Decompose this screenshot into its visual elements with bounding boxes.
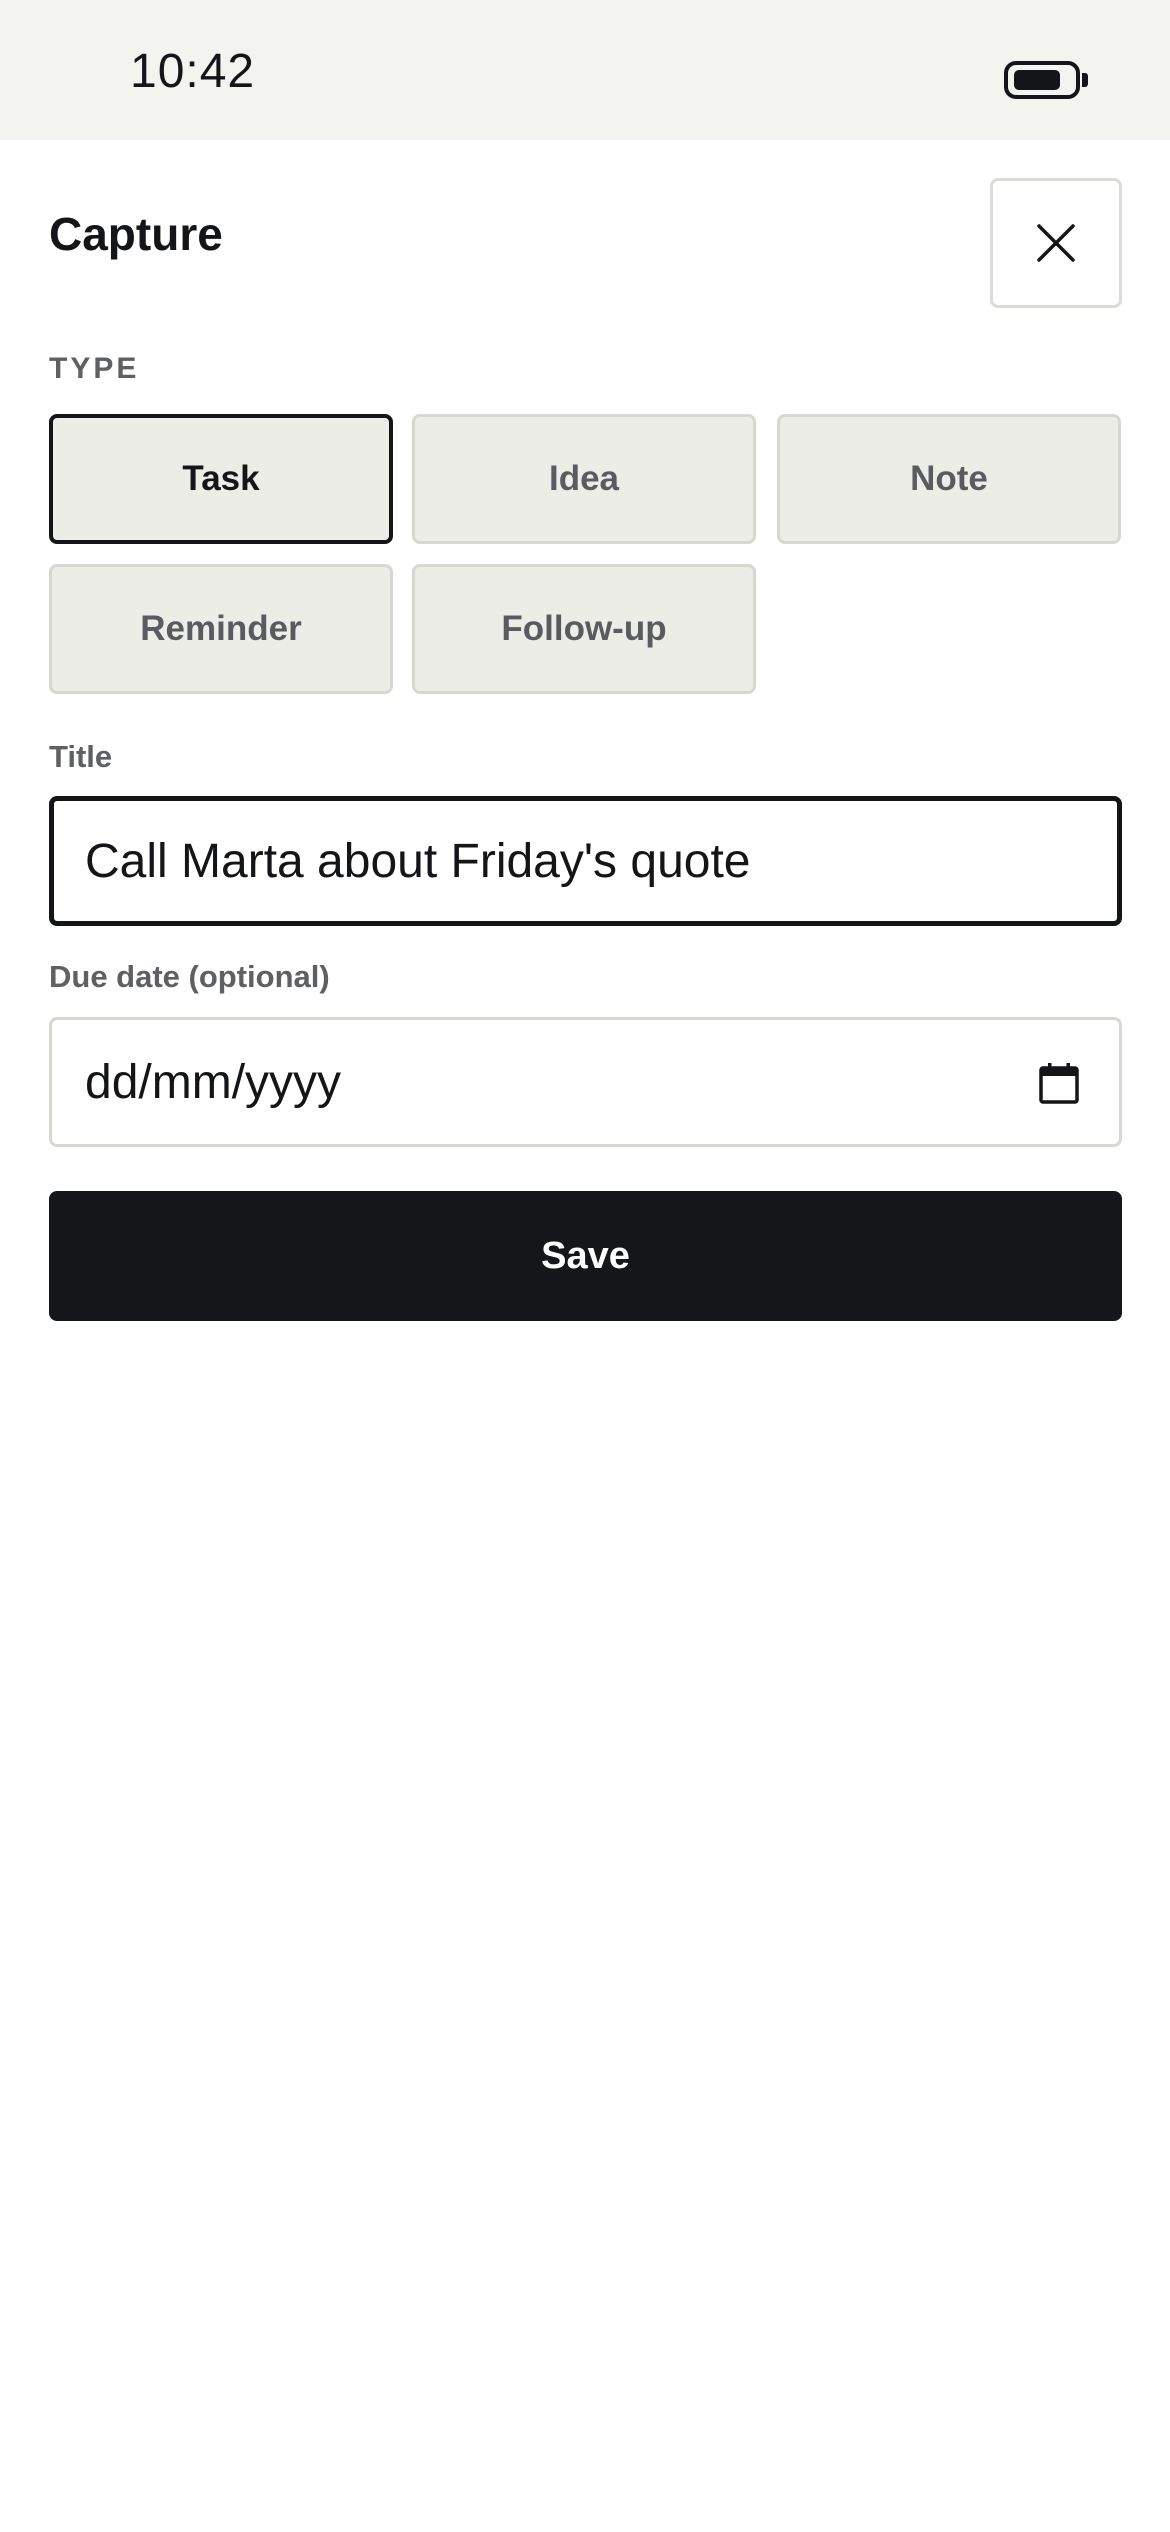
- type-option-follow-up[interactable]: Follow-up: [412, 564, 756, 694]
- battery-icon: [1004, 61, 1080, 99]
- type-option-reminder[interactable]: Reminder: [49, 564, 393, 694]
- type-option-task[interactable]: Task: [49, 414, 393, 544]
- page-title: Capture: [49, 208, 223, 260]
- type-section-label: TYPE: [49, 352, 140, 385]
- save-button[interactable]: Save: [49, 1191, 1122, 1321]
- title-field-label: Title: [49, 739, 113, 774]
- due-date-input[interactable]: dd/mm/yyyy: [49, 1017, 1122, 1147]
- close-button[interactable]: [990, 178, 1122, 308]
- title-input-value: Call Marta about Friday's quote: [85, 834, 751, 888]
- type-option-label: Follow-up: [501, 609, 667, 648]
- due-date-placeholder: dd/mm/yyyy: [85, 1055, 342, 1109]
- battery-tip: [1082, 73, 1088, 87]
- type-option-note[interactable]: Note: [777, 414, 1121, 544]
- status-time: 10:42: [130, 45, 256, 98]
- type-option-label: Note: [910, 459, 988, 498]
- type-option-label: Reminder: [140, 609, 302, 648]
- status-bar: 10:42: [0, 0, 1170, 140]
- type-option-label: Task: [182, 459, 260, 498]
- title-input[interactable]: Call Marta about Friday's quote: [49, 796, 1122, 926]
- due-date-field-label: Due date (optional): [49, 959, 330, 994]
- type-option-idea[interactable]: Idea: [412, 414, 756, 544]
- calendar-icon[interactable]: [1039, 1062, 1079, 1104]
- close-icon: [1037, 224, 1075, 262]
- battery-level: [1014, 70, 1060, 90]
- type-option-label: Idea: [548, 459, 620, 498]
